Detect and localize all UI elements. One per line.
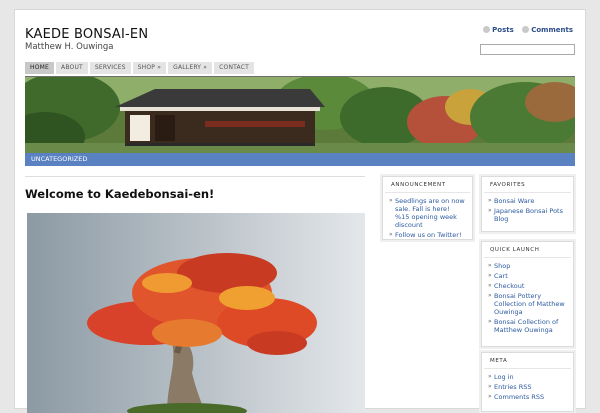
comments-feed-link[interactable]: Comments [522, 26, 573, 34]
quick-launch-item[interactable]: Bonsai Collection of Matthew Ouwinga [488, 318, 567, 334]
category-bar[interactable]: UNCATEGORIZED [25, 153, 575, 166]
quick-launch-item[interactable]: Shop [488, 262, 567, 270]
quick-launch-item[interactable]: Checkout [488, 282, 567, 290]
posts-feed-link[interactable]: Posts [483, 26, 514, 34]
comments-feed-label: Comments [531, 26, 573, 34]
site-description: Matthew H. Ouwinga [25, 42, 114, 52]
meta-item[interactable]: Log in [488, 373, 567, 381]
nav-contact[interactable]: CONTACT [214, 62, 255, 74]
main-nav: HOME ABOUT SERVICES SHOP » GALLERY » CON… [25, 62, 575, 78]
page-container: KAEDE BONSAI-EN Matthew H. Ouwinga Posts… [14, 9, 586, 413]
bonsai-photo[interactable] [27, 213, 365, 413]
rss-icon [483, 26, 491, 33]
meta-title: META [484, 353, 571, 369]
favorites-title: FAVORITES [484, 177, 571, 193]
quick-launch-widget: QUICK LAUNCH Shop Cart Checkout Bonsai P… [479, 239, 576, 349]
nav-services[interactable]: SERVICES [89, 62, 131, 74]
favorites-item[interactable]: Bonsai Ware [488, 197, 567, 205]
comment-icon [522, 26, 530, 33]
favorites-item[interactable]: Japanese Bonsai Pots Blog [488, 207, 567, 223]
announcement-title: ANNOUNCEMENT [385, 177, 470, 193]
announcement-item[interactable]: Follow us on Twitter! [389, 231, 466, 239]
meta-widget: META Log in Entries RSS Comments RSS [479, 350, 576, 413]
site-title[interactable]: KAEDE BONSAI-EN [25, 27, 148, 42]
nav-gallery[interactable]: GALLERY » [168, 62, 213, 74]
post-title[interactable]: Welcome to Kaedebonsai-en! [25, 187, 214, 201]
posts-feed-label: Posts [492, 26, 514, 34]
nav-home[interactable]: HOME [25, 62, 55, 74]
announcement-widget: ANNOUNCEMENT Seedlings are on now sale. … [380, 174, 475, 242]
quick-launch-title: QUICK LAUNCH [484, 242, 571, 258]
announcement-item[interactable]: Seedlings are on now sale. Fall is here!… [389, 197, 466, 229]
nav-shop[interactable]: SHOP » [132, 62, 167, 74]
meta-item[interactable]: Entries RSS [488, 383, 567, 391]
quick-launch-item[interactable]: Bonsai Pottery Collection of Matthew Ouw… [488, 292, 567, 316]
feed-links: Posts Comments [477, 26, 573, 34]
header-banner-image [25, 77, 575, 153]
content-divider [25, 176, 365, 177]
nav-about[interactable]: ABOUT [56, 62, 88, 74]
search-input[interactable] [480, 44, 575, 55]
favorites-widget: FAVORITES Bonsai Ware Japanese Bonsai Po… [479, 174, 576, 234]
quick-launch-item[interactable]: Cart [488, 272, 567, 280]
